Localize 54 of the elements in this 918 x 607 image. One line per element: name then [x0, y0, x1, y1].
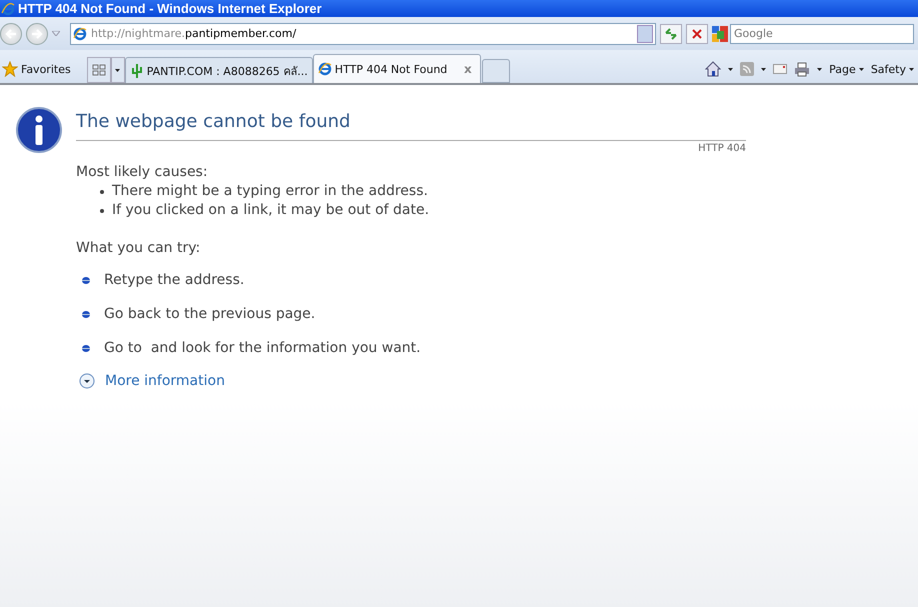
- home-icon[interactable]: [705, 61, 722, 77]
- bullet-icon: [82, 276, 90, 284]
- mail-icon[interactable]: [773, 64, 788, 74]
- cactus-icon: [130, 62, 144, 78]
- suggestion-text: Go back to the previous page.: [104, 306, 316, 322]
- menu-button[interactable]: Safety: [870, 62, 914, 76]
- page-heading: The webpage cannot be found: [76, 111, 352, 132]
- back-arrow-icon: [5, 28, 17, 38]
- back-button[interactable]: [0, 22, 22, 44]
- refresh-button[interactable]: [660, 24, 682, 44]
- search-field[interactable]: Google: [730, 24, 914, 44]
- bullet-icon: [100, 209, 104, 213]
- caret-icon: [761, 68, 766, 70]
- refresh-icon: [664, 28, 678, 40]
- expand-icon: [79, 373, 95, 389]
- cause-text: If you clicked on a link, it may be out of date.: [112, 201, 430, 220]
- feed-icon[interactable]: [740, 62, 754, 76]
- more-information-link[interactable]: More information: [76, 373, 231, 390]
- suggestion-text: Go to and look for the information you want.: [104, 340, 421, 356]
- stop-button[interactable]: [686, 24, 708, 44]
- tab-list-button[interactable]: [110, 57, 125, 83]
- ie-icon: [318, 62, 332, 76]
- browser-tab[interactable]: HTTP 404 Not Found x: [312, 54, 481, 83]
- history-dropdown-icon[interactable]: [52, 31, 60, 36]
- cause-text: There might be a typing error in the address.: [112, 182, 428, 201]
- address-field[interactable]: http://nightmare.pantipmember.com/: [70, 22, 656, 44]
- quick-tabs-button[interactable]: [86, 57, 111, 83]
- ie-logo-icon: [1, 2, 15, 16]
- caret-icon: [858, 68, 864, 70]
- caret-icon: [728, 68, 734, 70]
- close-icon: [691, 28, 703, 40]
- error-code: HTTP 404: [698, 143, 746, 154]
- bullet-icon: [100, 190, 104, 194]
- search-provider-icon: [712, 26, 728, 42]
- caret-icon: [909, 68, 914, 70]
- suggestion-text: Retype the address.: [104, 272, 244, 288]
- window-title: HTTP 404 Not Found - Windows Internet Explorer: [18, 1, 322, 16]
- grid-icon: [92, 64, 106, 76]
- print-icon[interactable]: [794, 62, 810, 76]
- bullet-icon: [82, 344, 90, 352]
- menu-button[interactable]: Page: [829, 62, 864, 76]
- forward-button[interactable]: [26, 22, 48, 44]
- try-heading: What you can try:: [76, 240, 202, 256]
- causes-heading: Most likely causes:: [76, 164, 209, 180]
- page-icon: [73, 26, 87, 40]
- caret-icon: [115, 68, 120, 72]
- caret-icon: [817, 68, 822, 70]
- forward-arrow-icon: [31, 28, 43, 38]
- favorites-button[interactable]: Favorites: [0, 55, 87, 83]
- star-icon: [2, 61, 18, 77]
- browser-tab[interactable]: PANTIP.COM : A8088265 คลั...: [124, 57, 313, 83]
- new-tab-button[interactable]: [482, 59, 510, 83]
- info-icon: [16, 107, 62, 153]
- bullet-icon: [82, 310, 90, 318]
